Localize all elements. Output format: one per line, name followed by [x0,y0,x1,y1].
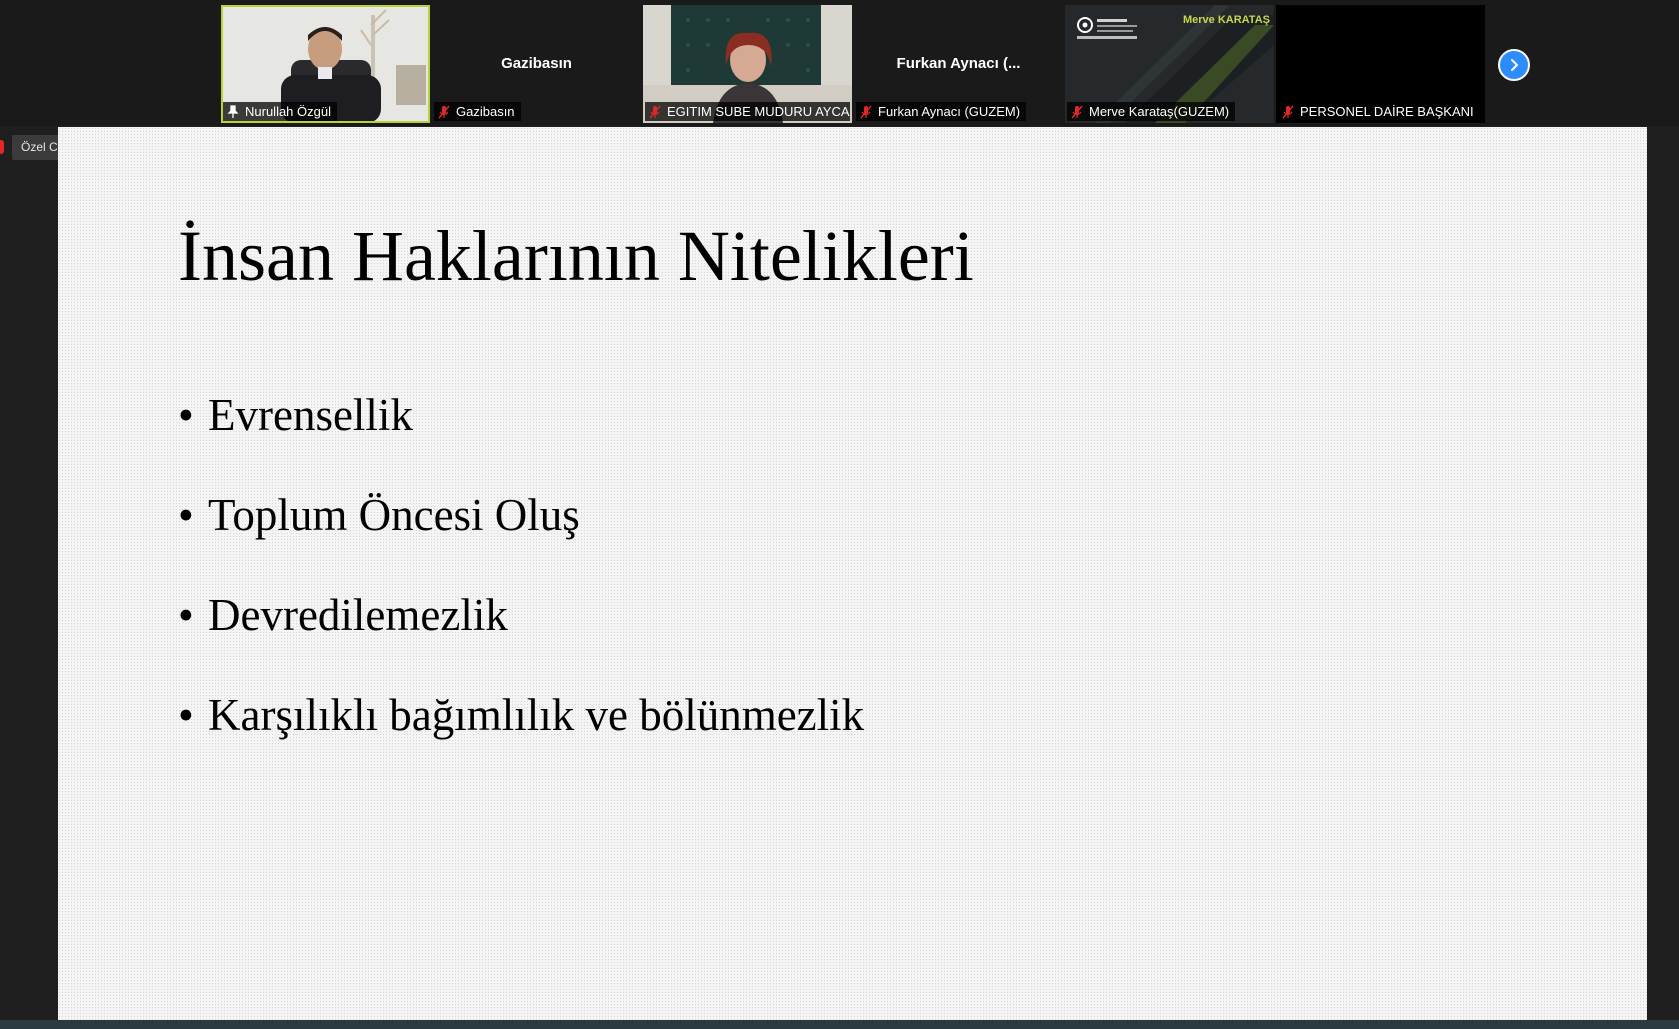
pin-icon [226,104,240,119]
mic-muted-icon [437,105,451,119]
slide-title: İnsan Haklarının Nitelikleri [178,216,974,296]
participant-name-label: Furkan Aynacı (GUZEM) [856,102,1027,121]
chevron-right-icon [1511,59,1518,71]
meeting-toolbar [0,1020,1679,1029]
participant-tile-nurullah[interactable]: Nurullah Özgül [221,5,430,123]
participant-name-label: Gazibasın [434,102,521,121]
slide-bullet: • Evrensellik [178,390,413,440]
shared-screen-slide: İnsan Haklarının Nitelikleri • Evrenselli… [58,127,1647,1020]
video-gallery-strip: Nurullah Özgül Gazibasın Gazibasın EGITI… [0,0,1679,126]
participant-name-label: EGITIM SUBE MUDURU AYCA ... [645,102,850,121]
slide-bullet: • Karşılıklı bağımlılık ve bölünmezlik [178,690,865,740]
slide-bullet-list: • Evrensellik • Toplum Öncesi Oluş • Devred… [178,389,864,789]
mic-muted-icon [859,105,873,119]
participant-display-name: Gazibasın [501,55,572,72]
participant-name-label: PERSONEL DAİRE BAŞKANI [1278,102,1480,121]
gallery-next-button[interactable] [1498,49,1530,81]
participant-name-label: Merve Karataş(GUZEM) [1067,102,1236,121]
slide-bullet: • Toplum Öncesi Oluş [178,490,580,540]
participant-name-label: Nurullah Özgül [223,102,337,121]
participant-display-name: Furkan Aynacı (... [896,55,1021,72]
participant-tile-merve[interactable]: Merve KARATAŞ Merve Karataş(GUZEM) [1065,5,1274,123]
mic-muted-icon [1281,105,1295,119]
participant-tile-furkan[interactable]: Furkan Aynacı (... Furkan Aynacı (GUZEM) [854,5,1063,123]
logo-caption: Merve KARATAŞ [1183,14,1270,26]
participant-tile-egitim[interactable]: EGITIM SUBE MUDURU AYCA ... [643,5,852,123]
participant-tile-personel[interactable]: PERSONEL DAİRE BAŞKANI [1276,5,1485,123]
participant-tile-gazibasin[interactable]: Gazibasın Gazibasın [432,5,641,123]
slide-bullet: • Devredilemezlik [178,590,508,640]
live-indicator [0,140,4,154]
mic-muted-icon [1070,105,1084,119]
mic-muted-icon [648,105,662,119]
